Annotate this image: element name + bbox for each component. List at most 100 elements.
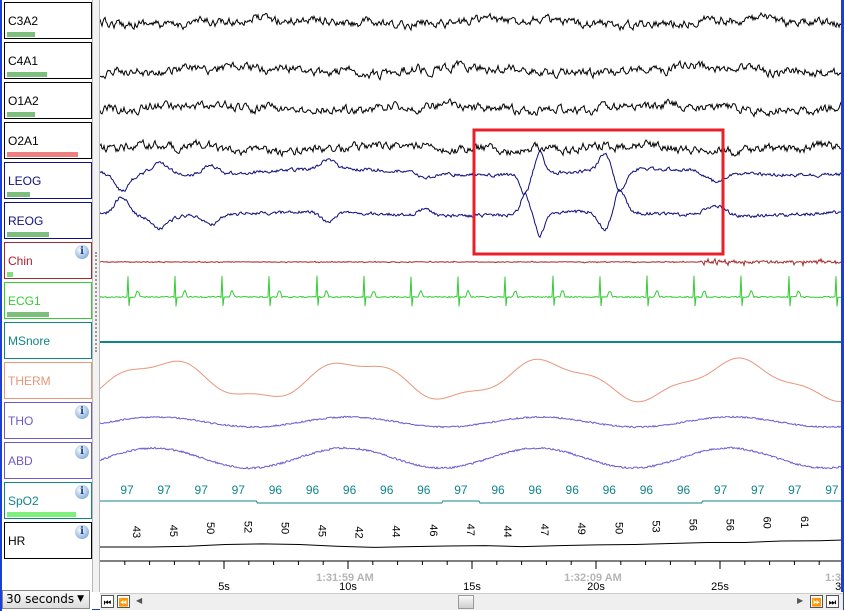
channel-label-c3a2[interactable]: C3A2	[4, 2, 92, 39]
channel-label-abd[interactable]: ABD i	[4, 442, 92, 479]
spo2-value: 96	[640, 483, 654, 497]
channel-label-tho[interactable]: THO i	[4, 402, 92, 439]
channel-name: O2A1	[8, 134, 39, 148]
channel-label-spo2[interactable]: SpO2 i	[4, 482, 92, 519]
hr-value: 44	[390, 525, 402, 537]
spo2-value: 96	[417, 483, 431, 497]
page-forward-button[interactable]: ⏩	[810, 595, 823, 608]
spo2-value: 96	[603, 483, 617, 497]
channel-name: HR	[8, 534, 26, 548]
clock-time-label: 1:32:1	[825, 572, 843, 584]
spo2-value: 96	[269, 483, 283, 497]
clock-time-label: 1:32:09 AM	[564, 572, 622, 584]
spo2-value: 97	[788, 483, 802, 497]
channel-label-o1a2[interactable]: O1A2	[4, 82, 92, 119]
channel-name: ABD	[8, 454, 33, 468]
hr-value: 60	[761, 517, 773, 529]
hr-value: 43	[130, 526, 142, 538]
spo2-value: 97	[232, 483, 246, 497]
page-back-button[interactable]: ⏪	[117, 595, 130, 608]
channel-name: SpO2	[8, 494, 39, 508]
hr-value: 56	[724, 519, 736, 531]
rewind-icon: ⏪	[118, 598, 129, 607]
spo2-value: 96	[566, 483, 580, 497]
hr-value: 47	[538, 524, 550, 536]
channel-label-therm[interactable]: THERM	[4, 362, 92, 399]
channel-name: C4A1	[8, 54, 39, 68]
spo2-value: 97	[157, 483, 171, 497]
signal-level-bar	[7, 112, 35, 117]
channel-label-o2a1[interactable]: O2A1	[4, 122, 92, 159]
spo2-value: 96	[343, 483, 357, 497]
signal-level-bar	[7, 272, 13, 277]
spo2-value: 96	[677, 483, 691, 497]
info-icon[interactable]: i	[75, 445, 89, 459]
info-icon[interactable]: i	[75, 525, 89, 539]
spo2-value: 97	[751, 483, 765, 497]
spo2-value: 96	[306, 483, 320, 497]
scroll-left-arrow[interactable]: ◀	[136, 596, 142, 605]
hr-value: 44	[501, 525, 513, 537]
eeg-trace-c4a1	[100, 59, 843, 81]
channel-name: Chin	[8, 254, 33, 268]
hr-trend-line	[100, 539, 843, 548]
signal-level-bar	[7, 312, 49, 317]
thoracic-effort-trace	[100, 415, 843, 429]
channel-name: MSnore	[8, 334, 51, 348]
signal-level-bar	[7, 72, 47, 77]
channel-name: ECG1	[8, 294, 41, 308]
spo2-trend-line	[100, 500, 843, 504]
hr-value: 52	[241, 521, 253, 533]
go-start-button[interactable]: ⏮	[101, 595, 114, 608]
hr-value: 53	[649, 520, 661, 532]
epoch-length-select[interactable]: 30 seconds ▼	[2, 590, 90, 609]
spo2-value: 97	[714, 483, 728, 497]
signal-level-bar	[7, 152, 78, 157]
signal-level-bar	[7, 512, 76, 517]
hr-value: 61	[798, 516, 810, 528]
chevron-down-icon: ▼	[77, 594, 84, 604]
signal-display[interactable]: 97 97 97 97 96 96 96 96 96 97 96 96 96 96 96 96 97 97 97 97…	[100, 0, 843, 592]
go-end-button[interactable]: ⏭	[826, 595, 839, 608]
eog-trace-reog	[100, 188, 843, 239]
channel-name: O1A2	[8, 94, 39, 108]
spo2-value: 97	[195, 483, 209, 497]
channel-label-leog[interactable]: LEOG	[4, 162, 92, 199]
splitter-grip[interactable]	[95, 252, 99, 352]
fast-forward-icon: ⏩	[811, 598, 822, 607]
spo2-value: 97	[454, 483, 468, 497]
time-axis-label: 15s	[463, 581, 481, 592]
hr-value: 45	[316, 525, 328, 537]
channel-label-c4a1[interactable]: C4A1	[4, 42, 92, 79]
hr-value: 46	[427, 524, 439, 536]
channel-label-panel: C3A2 C4A1 O1A2 O2A1 LEOG REOG Chin i ECG1 MSnore T…	[0, 0, 92, 611]
eog-trace-leog	[100, 149, 843, 196]
hr-value: 50	[612, 522, 624, 534]
channel-name: C3A2	[8, 14, 39, 28]
channel-name: LEOG	[8, 174, 42, 188]
panel-splitter[interactable]	[92, 0, 100, 592]
channel-label-chin[interactable]: Chin i	[4, 242, 92, 279]
channel-label-reog[interactable]: REOG	[4, 202, 92, 239]
hr-value: 50	[278, 522, 290, 534]
signal-level-bar	[7, 232, 49, 237]
hr-value: 47	[464, 524, 476, 536]
skip-end-icon: ⏭	[828, 598, 837, 607]
spo2-value: 96	[380, 483, 394, 497]
channel-label-hr[interactable]: HR i	[4, 522, 92, 559]
spo2-value: 97	[825, 483, 839, 497]
channel-label-msnore[interactable]: MSnore	[4, 322, 92, 359]
skip-start-icon: ⏮	[103, 598, 112, 607]
hr-value: 42	[353, 526, 365, 538]
scroll-thumb[interactable]	[458, 595, 474, 609]
clock-time-label: 1:31:59 AM	[316, 572, 374, 584]
channel-label-ecg1[interactable]: ECG1	[4, 282, 92, 319]
spo2-value: 96	[528, 483, 542, 497]
time-scrollbar[interactable]: ⏮ ⏪ ◀ ▶ ⏩ ⏭	[100, 593, 843, 610]
spo2-value: 97	[120, 483, 134, 497]
channel-name: THO	[8, 414, 34, 428]
info-icon[interactable]: i	[75, 245, 89, 259]
scroll-right-arrow[interactable]: ▶	[797, 596, 803, 605]
info-icon[interactable]: i	[75, 405, 89, 419]
info-icon[interactable]: i	[75, 485, 89, 499]
